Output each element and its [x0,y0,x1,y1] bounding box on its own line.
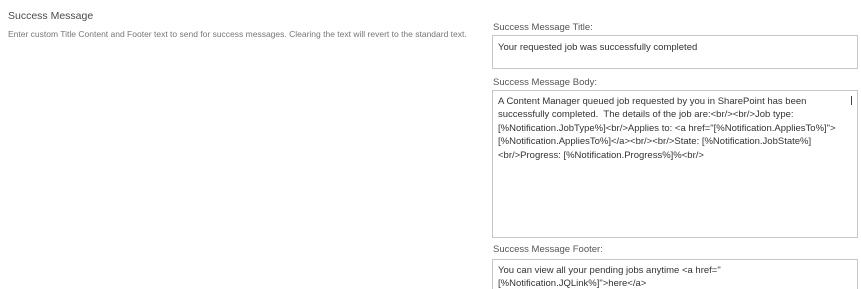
section-description: Enter custom Title Content and Footer te… [8,29,467,39]
success-message-settings: Success Message Enter custom Title Conte… [0,0,861,289]
title-field-label: Success Message Title: [493,22,593,33]
footer-field-label: Success Message Footer: [493,244,603,255]
text-cursor [851,96,852,105]
body-field-wrapper: A Content Manager queued job requested b… [492,90,858,238]
footer-field[interactable]: You can view all your pending jobs anyti… [492,259,858,289]
title-field[interactable]: Your requested job was successfully comp… [492,35,858,69]
body-field-label: Success Message Body: [493,77,598,88]
section-header: Success Message Enter custom Title Conte… [8,10,478,39]
body-field[interactable]: A Content Manager queued job requested b… [492,90,858,238]
section-title: Success Message [8,10,94,22]
